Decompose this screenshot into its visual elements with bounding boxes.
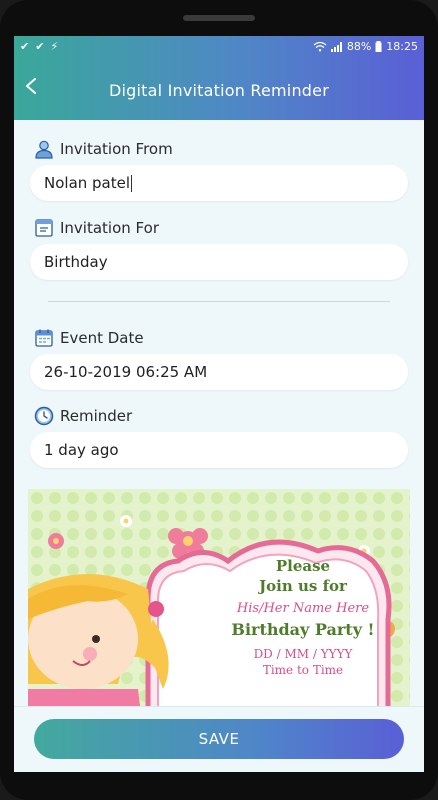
event-date-label: Event Date <box>34 328 144 348</box>
bottom-action-bar: SAVE <box>14 706 424 772</box>
reminder-input[interactable]: 1 day ago <box>30 432 408 468</box>
clock-icon <box>34 406 54 426</box>
phone-frame: ✔ ✔ ⚡ 88% 18:25 Digital Invitation Remin… <box>0 0 438 800</box>
status-bar: ✔ ✔ ⚡ 88% 18:25 <box>14 36 424 58</box>
check-notification-icon: ✔ <box>35 40 45 53</box>
invitation-from-label: Invitation From <box>34 139 173 159</box>
reminder-label: Reminder <box>34 406 132 426</box>
calendar-icon <box>35 329 53 347</box>
invitation-for-input[interactable]: Birthday <box>30 244 408 280</box>
notification-icons: ✔ ✔ ⚡ <box>20 40 58 53</box>
text-cursor <box>131 174 133 192</box>
user-icon <box>35 140 53 159</box>
event-date-input[interactable]: 26-10-2019 06:25 AM <box>30 354 408 390</box>
event-date-value: 26-10-2019 06:25 AM <box>44 363 208 381</box>
app-bar: ✔ ✔ ⚡ 88% 18:25 Digital Invitation Remin… <box>14 36 424 120</box>
reminder-value: 1 day ago <box>44 441 119 459</box>
flash-icon: ⚡ <box>50 40 59 53</box>
invitation-from-input[interactable]: Nolan patel <box>30 165 408 201</box>
page-title: Digital Invitation Reminder <box>109 81 329 100</box>
invitation-for-text: Invitation For <box>60 219 159 237</box>
invitation-for-value: Birthday <box>44 253 108 271</box>
invitation-from-text: Invitation From <box>60 140 173 158</box>
card-line-time: Time to Time <box>262 663 344 677</box>
section-divider <box>48 301 390 302</box>
speaker-grille <box>183 15 255 21</box>
event-date-text: Event Date <box>60 329 144 347</box>
card-line-party: Birthday Party ! <box>231 620 375 639</box>
save-button[interactable]: SAVE <box>34 719 404 759</box>
clock: 18:25 <box>386 40 418 53</box>
signal-icon <box>330 41 342 52</box>
battery-icon <box>375 41 382 52</box>
app-screen: ✔ ✔ ⚡ 88% 18:25 Digital Invitation Remin… <box>14 36 424 772</box>
invitation-card-icon <box>35 219 53 237</box>
check-notification-icon: ✔ <box>20 40 30 53</box>
card-line-please: Please <box>275 557 331 575</box>
invitation-from-value: Nolan patel <box>44 174 131 192</box>
wifi-icon <box>313 41 327 51</box>
card-line-join: Join us for <box>259 577 347 595</box>
card-line-name: His/Her Name Here <box>236 601 370 616</box>
reminder-text: Reminder <box>60 407 133 425</box>
card-line-date: DD / MM / YYYY <box>253 647 353 661</box>
status-indicators: 88% 18:25 <box>313 40 418 53</box>
battery-percent: 88% <box>346 40 372 53</box>
invitation-for-label: Invitation For <box>34 218 159 238</box>
